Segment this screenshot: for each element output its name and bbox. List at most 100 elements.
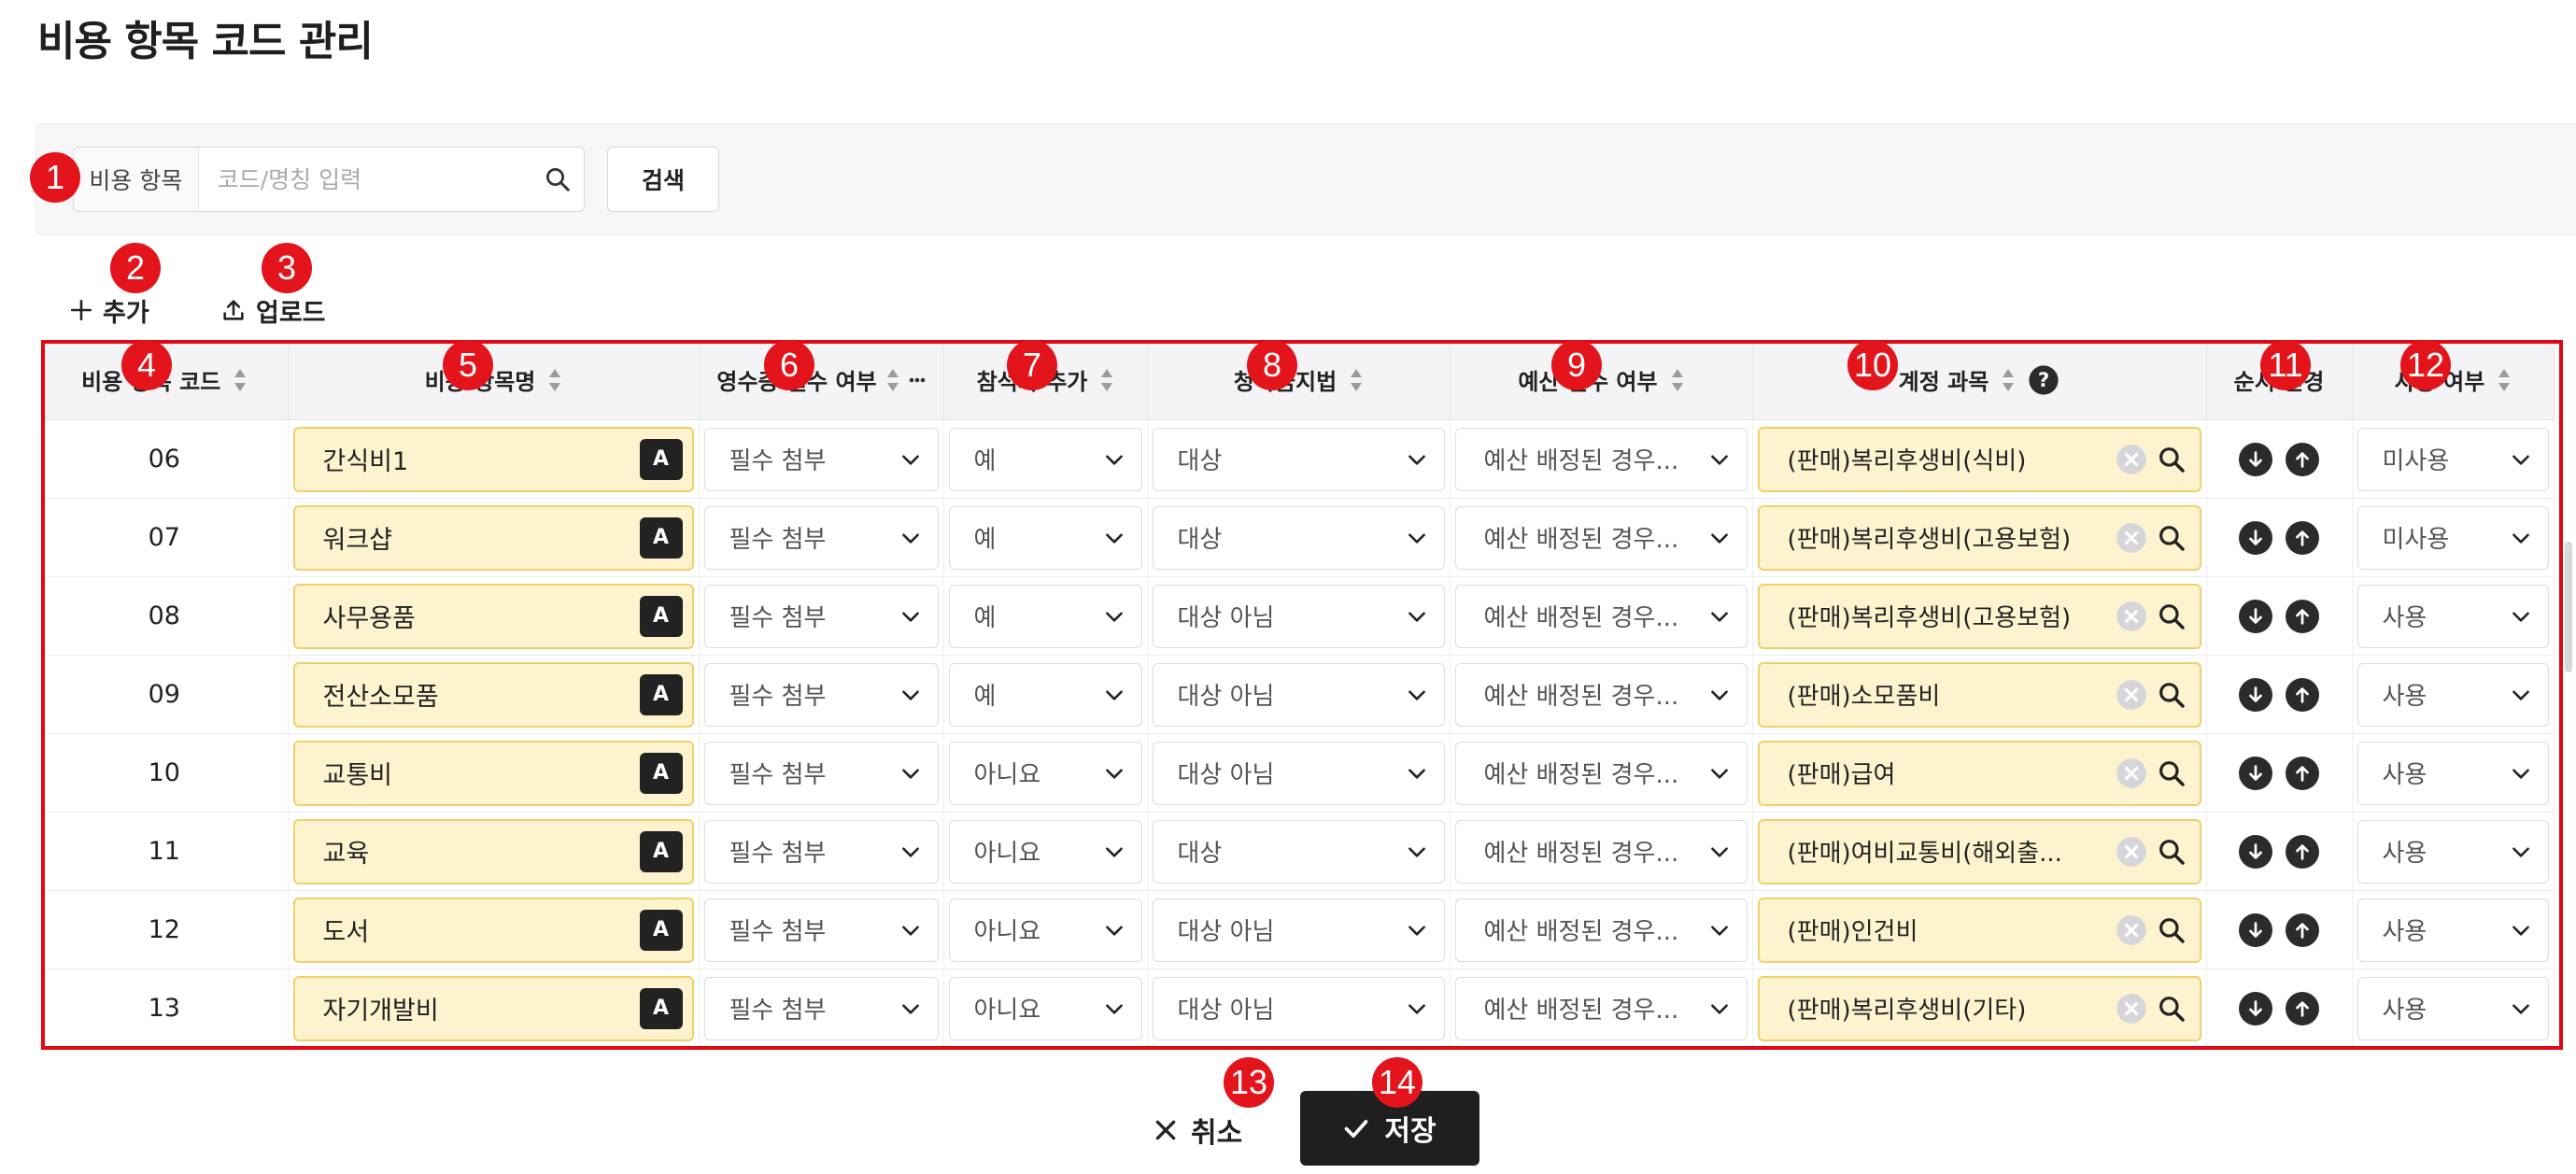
language-button[interactable]: A <box>639 830 683 872</box>
language-button[interactable]: A <box>639 438 683 480</box>
account-input[interactable]: (판매)인건비 <box>1757 897 2201 963</box>
search-icon[interactable] <box>2157 994 2187 1024</box>
receipt-select[interactable]: 필수 첨부 <box>703 427 939 491</box>
budget-select[interactable]: 예산 배정된 경우... <box>1454 427 1748 491</box>
clear-icon[interactable] <box>2114 599 2149 634</box>
clear-icon[interactable] <box>2114 756 2149 791</box>
language-button[interactable]: A <box>639 516 683 559</box>
use-select[interactable]: 사용 <box>2357 741 2549 805</box>
search-icon[interactable] <box>2157 523 2187 553</box>
sort-icon[interactable] <box>548 368 561 392</box>
move-down-icon[interactable] <box>2239 442 2272 476</box>
budget-select[interactable]: 예산 배정된 경우... <box>1454 819 1748 884</box>
move-down-icon[interactable] <box>2239 520 2272 555</box>
antigraft-select[interactable]: 대상 아님 <box>1152 976 1445 1040</box>
language-button[interactable]: A <box>639 909 683 951</box>
attendee-select[interactable]: 아니요 <box>948 819 1142 884</box>
search-button[interactable]: 검색 <box>607 147 719 212</box>
item-name-input[interactable]: 간식비1 A <box>292 426 694 492</box>
search-input[interactable] <box>198 148 532 211</box>
more-icon[interactable] <box>909 376 926 384</box>
budget-select[interactable]: 예산 배정된 경우... <box>1454 976 1748 1040</box>
language-button[interactable]: A <box>639 595 683 637</box>
receipt-select[interactable]: 필수 첨부 <box>703 898 939 962</box>
use-select[interactable]: 사용 <box>2357 819 2549 884</box>
help-icon[interactable]: ? <box>2028 364 2059 396</box>
receipt-select[interactable]: 필수 첨부 <box>703 741 939 805</box>
move-up-icon[interactable] <box>2286 599 2319 633</box>
budget-select[interactable]: 예산 배정된 경우... <box>1454 662 1748 727</box>
use-select[interactable]: 사용 <box>2357 898 2549 962</box>
item-name-input[interactable]: 사무용품 A <box>292 583 694 649</box>
antigraft-select[interactable]: 대상 <box>1152 505 1445 570</box>
search-icon[interactable] <box>2157 758 2187 788</box>
account-input[interactable]: (판매)소모품비 <box>1757 661 2201 728</box>
receipt-select[interactable]: 필수 첨부 <box>703 584 939 648</box>
attendee-select[interactable]: 예 <box>948 427 1142 491</box>
attendee-select[interactable]: 아니요 <box>948 741 1142 805</box>
use-select[interactable]: 사용 <box>2357 976 2549 1040</box>
use-select[interactable]: 미사용 <box>2357 427 2549 491</box>
move-up-icon[interactable] <box>2286 834 2319 869</box>
col-header-account[interactable]: 계정 과목? <box>1752 340 2207 420</box>
move-down-icon[interactable] <box>2239 756 2272 790</box>
attendee-select[interactable]: 예 <box>948 584 1142 648</box>
move-up-icon[interactable] <box>2286 520 2319 555</box>
receipt-select[interactable]: 필수 첨부 <box>703 505 939 570</box>
clear-icon[interactable] <box>2114 912 2149 948</box>
language-button[interactable]: A <box>639 752 683 794</box>
sort-icon[interactable] <box>2002 368 2015 392</box>
attendee-select[interactable]: 예 <box>948 505 1142 570</box>
use-select[interactable]: 사용 <box>2357 584 2549 648</box>
clear-icon[interactable] <box>2114 991 2149 1026</box>
budget-select[interactable]: 예산 배정된 경우... <box>1454 584 1748 648</box>
vertical-scrollbar[interactable] <box>2565 542 2572 672</box>
search-icon[interactable] <box>532 148 584 211</box>
use-select[interactable]: 사용 <box>2357 662 2549 727</box>
receipt-select[interactable]: 필수 첨부 <box>703 662 939 727</box>
receipt-select[interactable]: 필수 첨부 <box>703 976 939 1040</box>
use-select[interactable]: 미사용 <box>2357 505 2549 570</box>
budget-select[interactable]: 예산 배정된 경우... <box>1454 505 1748 570</box>
attendee-select[interactable]: 아니요 <box>948 976 1142 1040</box>
search-icon[interactable] <box>2157 837 2187 867</box>
clear-icon[interactable] <box>2114 834 2149 870</box>
antigraft-select[interactable]: 대상 아님 <box>1152 662 1445 727</box>
language-button[interactable]: A <box>639 673 683 715</box>
account-input[interactable]: (판매)복리후생비(기타) <box>1757 975 2201 1041</box>
add-button[interactable]: 추가 <box>69 291 149 329</box>
upload-button[interactable]: 업로드 <box>220 291 326 329</box>
move-up-icon[interactable] <box>2286 991 2319 1025</box>
clear-icon[interactable] <box>2114 442 2149 477</box>
account-input[interactable]: (판매)여비교통비(해외출... <box>1757 818 2201 884</box>
receipt-select[interactable]: 필수 첨부 <box>703 819 939 884</box>
item-name-input[interactable]: 전산소모품 A <box>292 661 694 728</box>
move-down-icon[interactable] <box>2239 599 2272 633</box>
move-down-icon[interactable] <box>2239 991 2272 1025</box>
language-button[interactable]: A <box>639 987 683 1029</box>
sort-icon[interactable] <box>886 368 899 392</box>
move-up-icon[interactable] <box>2286 756 2319 790</box>
budget-select[interactable]: 예산 배정된 경우... <box>1454 898 1748 962</box>
cancel-button[interactable]: 취소 <box>1154 1110 1242 1151</box>
move-up-icon[interactable] <box>2286 442 2319 476</box>
col-header-receipt[interactable]: 영수증 필수 여부 <box>699 340 944 420</box>
account-input[interactable]: (판매)복리후생비(고용보험) <box>1757 583 2201 649</box>
account-input[interactable]: (판매)급여 <box>1757 740 2201 806</box>
attendee-select[interactable]: 예 <box>948 662 1142 727</box>
search-icon[interactable] <box>2157 915 2187 945</box>
clear-icon[interactable] <box>2114 677 2149 713</box>
search-icon[interactable] <box>2157 601 2187 631</box>
move-up-icon[interactable] <box>2286 677 2319 712</box>
item-name-input[interactable]: 교통비 A <box>292 740 694 806</box>
item-name-input[interactable]: 워크샵 A <box>292 504 694 571</box>
col-header-use[interactable]: 사용 여부 <box>2352 340 2555 420</box>
antigraft-select[interactable]: 대상 <box>1152 427 1445 491</box>
move-down-icon[interactable] <box>2239 834 2272 869</box>
item-name-input[interactable]: 자기개발비 A <box>292 975 694 1041</box>
search-icon[interactable] <box>2157 680 2187 710</box>
item-name-input[interactable]: 도서 A <box>292 897 694 963</box>
attendee-select[interactable]: 아니요 <box>948 898 1142 962</box>
antigraft-select[interactable]: 대상 아님 <box>1152 741 1445 805</box>
item-name-input[interactable]: 교육 A <box>292 818 694 884</box>
